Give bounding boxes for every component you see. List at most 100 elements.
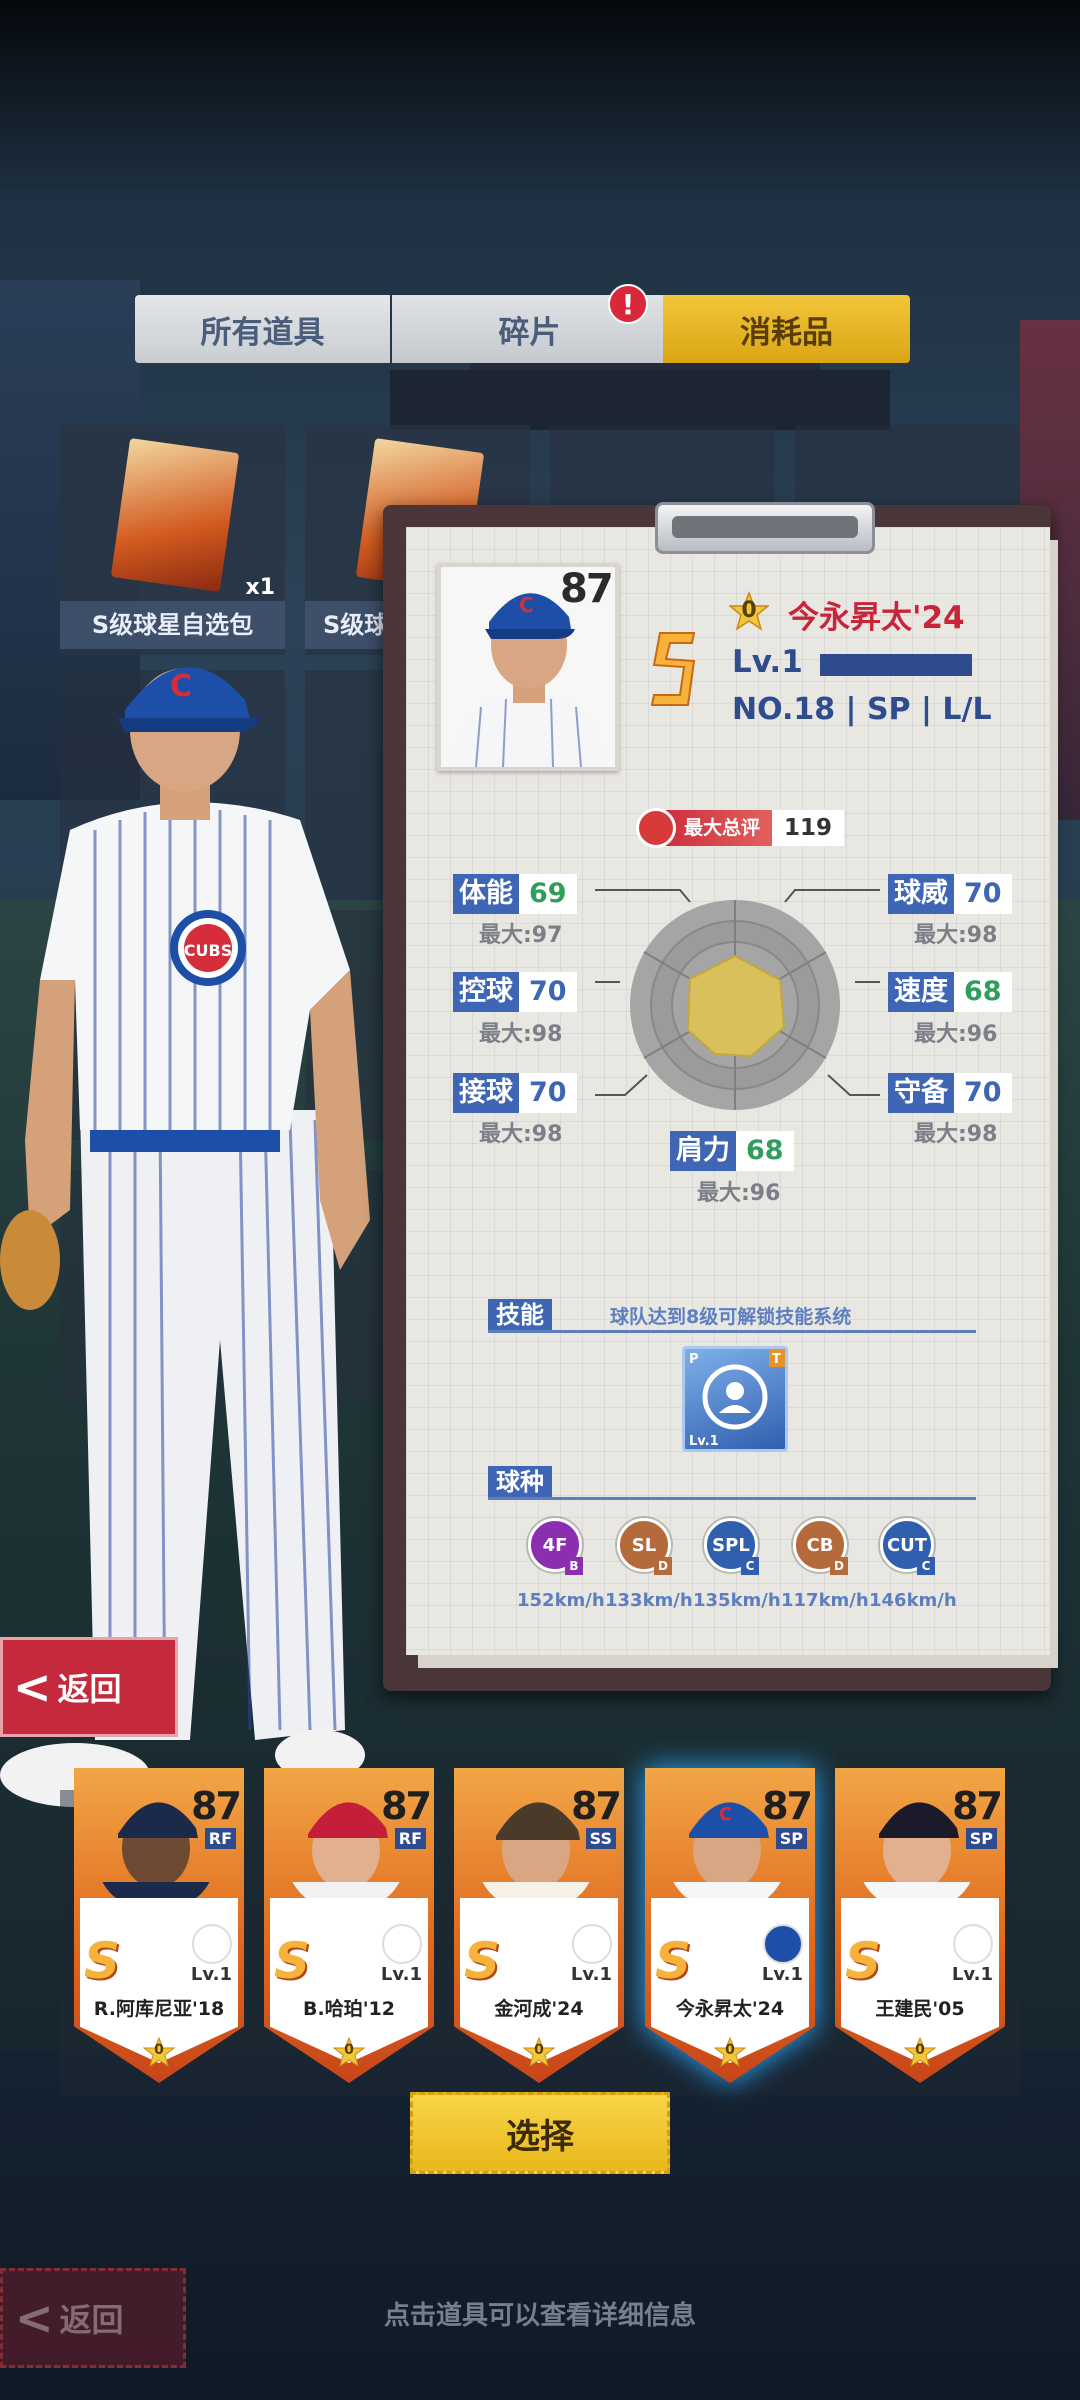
pitch-code: 4F <box>542 1534 568 1556</box>
overall-rating: 最大总评 119 <box>636 808 845 848</box>
stat-max: 最大:98 <box>479 1122 563 1147</box>
grade-s-icon <box>650 632 696 706</box>
notification-badge: ! <box>608 284 648 324</box>
card-rating: 87 <box>762 1784 813 1828</box>
nationals-logo-icon <box>382 1924 422 1964</box>
player-card[interactable]: 87 RF S Lv.1 R.阿库尼亚'18 0 <box>74 1768 244 2083</box>
stat-value: 70 <box>519 1073 577 1113</box>
star-count: 0 <box>741 598 757 623</box>
stat-label: 球威 <box>888 874 954 914</box>
card-level: Lv.1 <box>761 1964 803 1985</box>
stat-max: 最大:98 <box>914 923 998 948</box>
stat-value: 70 <box>519 972 577 1012</box>
pitch-speed: 152km/h <box>517 1590 605 1611</box>
card-rating: 87 <box>191 1784 242 1828</box>
card-star-count: 0 <box>344 2042 354 2058</box>
stat-connectors <box>595 889 880 1096</box>
card-player-name: B.哈珀'12 <box>303 1998 395 2020</box>
pitch-cut[interactable]: CUT C <box>880 1518 935 1575</box>
svg-text:T: T <box>772 1352 781 1367</box>
card-grade: S <box>655 1932 692 1990</box>
svg-text:C: C <box>719 1804 732 1825</box>
stat-max: 最大:98 <box>914 1122 998 1147</box>
tab-consumables-label: 消耗品 <box>740 314 833 351</box>
card-player-name: 王建民'05 <box>875 1998 965 2020</box>
card-grade: S <box>464 1932 501 1990</box>
skill-icon[interactable]: P T Lv.1 <box>682 1346 788 1452</box>
card-player-name: 金河成'24 <box>494 1998 584 2020</box>
card-rating: 87 <box>571 1784 622 1828</box>
card-player-name: R.阿库尼亚'18 <box>93 1998 225 2020</box>
stat-max: 最大:96 <box>914 1022 998 1047</box>
player-card-selected[interactable]: C 87 SP S Lv.1 今永昇太'24 0 <box>645 1768 815 2083</box>
player-card[interactable]: 87 SS S Lv.1 金河成'24 0 <box>454 1768 624 2083</box>
stat-power: 球威 70 <box>888 874 1012 914</box>
svg-text:C: C <box>519 593 534 617</box>
pitch-grade: D <box>654 1557 672 1575</box>
back-button-label: 返回 <box>57 1670 122 1708</box>
card-star-count: 0 <box>915 2042 925 2058</box>
svg-text:C: C <box>170 669 192 704</box>
stat-stamina: 体能 69 <box>453 874 577 914</box>
pitch-code: CB <box>806 1534 834 1556</box>
pitch-4f[interactable]: 4F B <box>528 1518 583 1575</box>
pitch-cb[interactable]: CB D <box>793 1518 848 1575</box>
card-position: RF <box>394 1828 426 1849</box>
category-tabs: 所有道具 碎片 消耗品 <box>135 295 910 363</box>
player-card[interactable]: 87 SP S Lv.1 王建民'05 0 <box>835 1768 1005 2083</box>
stat-catch: 接球 70 <box>453 1073 577 1113</box>
chevron-left-icon: < <box>13 1660 52 1714</box>
overall-value: 119 <box>772 810 845 846</box>
stat-label: 接球 <box>453 1073 519 1113</box>
svg-text:P: P <box>689 1352 699 1367</box>
tab-all-items-label: 所有道具 <box>200 314 325 351</box>
skill-section-label: 技能 <box>488 1299 552 1331</box>
stat-label: 守备 <box>888 1073 954 1113</box>
card-rating: 87 <box>952 1784 1003 1828</box>
card-level: Lv.1 <box>570 1964 612 1985</box>
stadium-scoreboard <box>390 370 890 430</box>
stat-label: 控球 <box>453 972 519 1012</box>
player-level: Lv.1 <box>732 644 803 680</box>
tab-all-items[interactable]: 所有道具 <box>135 295 390 363</box>
stat-arm: 肩力 68 <box>670 1131 794 1171</box>
select-button[interactable]: 选择 <box>410 2092 670 2174</box>
card-star-count: 0 <box>154 2042 164 2058</box>
player-card[interactable]: 87 RF S Lv.1 B.哈珀'12 0 <box>264 1768 434 2083</box>
stat-value: 68 <box>954 972 1012 1012</box>
svg-text:CUBS: CUBS <box>184 941 232 960</box>
stat-value: 70 <box>954 874 1012 914</box>
pitch-grade: B <box>565 1557 583 1575</box>
pitch-grade: D <box>830 1557 848 1575</box>
pitch-sl[interactable]: SL D <box>617 1518 672 1575</box>
pitch-code: SL <box>631 1534 657 1556</box>
braves-logo-icon <box>192 1924 232 1964</box>
card-star-count: 0 <box>534 2042 544 2058</box>
item-tile[interactable]: x1 S级球星自选包 <box>60 425 285 655</box>
pitch-code: CUT <box>886 1534 928 1556</box>
tab-consumables[interactable]: 消耗品 <box>663 295 910 363</box>
pitch-grade: C <box>741 1557 759 1575</box>
pitch-code: SPL <box>712 1534 750 1556</box>
stat-label: 体能 <box>453 874 519 914</box>
stat-control: 控球 70 <box>453 972 577 1012</box>
pitch-speed: 117km/h <box>781 1590 869 1611</box>
card-star-count: 0 <box>725 2042 735 2058</box>
back-button[interactable]: < 返回 <box>0 1637 178 1737</box>
pitch-speed: 146km/h <box>869 1590 957 1611</box>
yankees-logo-icon <box>953 1924 993 1964</box>
stat-max: 最大:98 <box>479 1022 563 1047</box>
baseball-icon <box>636 808 676 848</box>
player-name: 今永昇太'24 <box>788 600 965 636</box>
clipboard-clip-inner <box>672 516 858 538</box>
overall-label: 最大总评 <box>666 810 773 846</box>
experience-bar <box>820 654 972 676</box>
card-level: Lv.1 <box>190 1964 232 1985</box>
stat-value: 70 <box>954 1073 1012 1113</box>
pitch-speed: 133km/h <box>605 1590 693 1611</box>
pitch-spl[interactable]: SPL C <box>704 1518 759 1575</box>
skill-section-divider <box>488 1330 976 1333</box>
stat-label: 速度 <box>888 972 954 1012</box>
item-pack-image <box>110 438 240 592</box>
stat-max: 最大:96 <box>697 1181 781 1206</box>
